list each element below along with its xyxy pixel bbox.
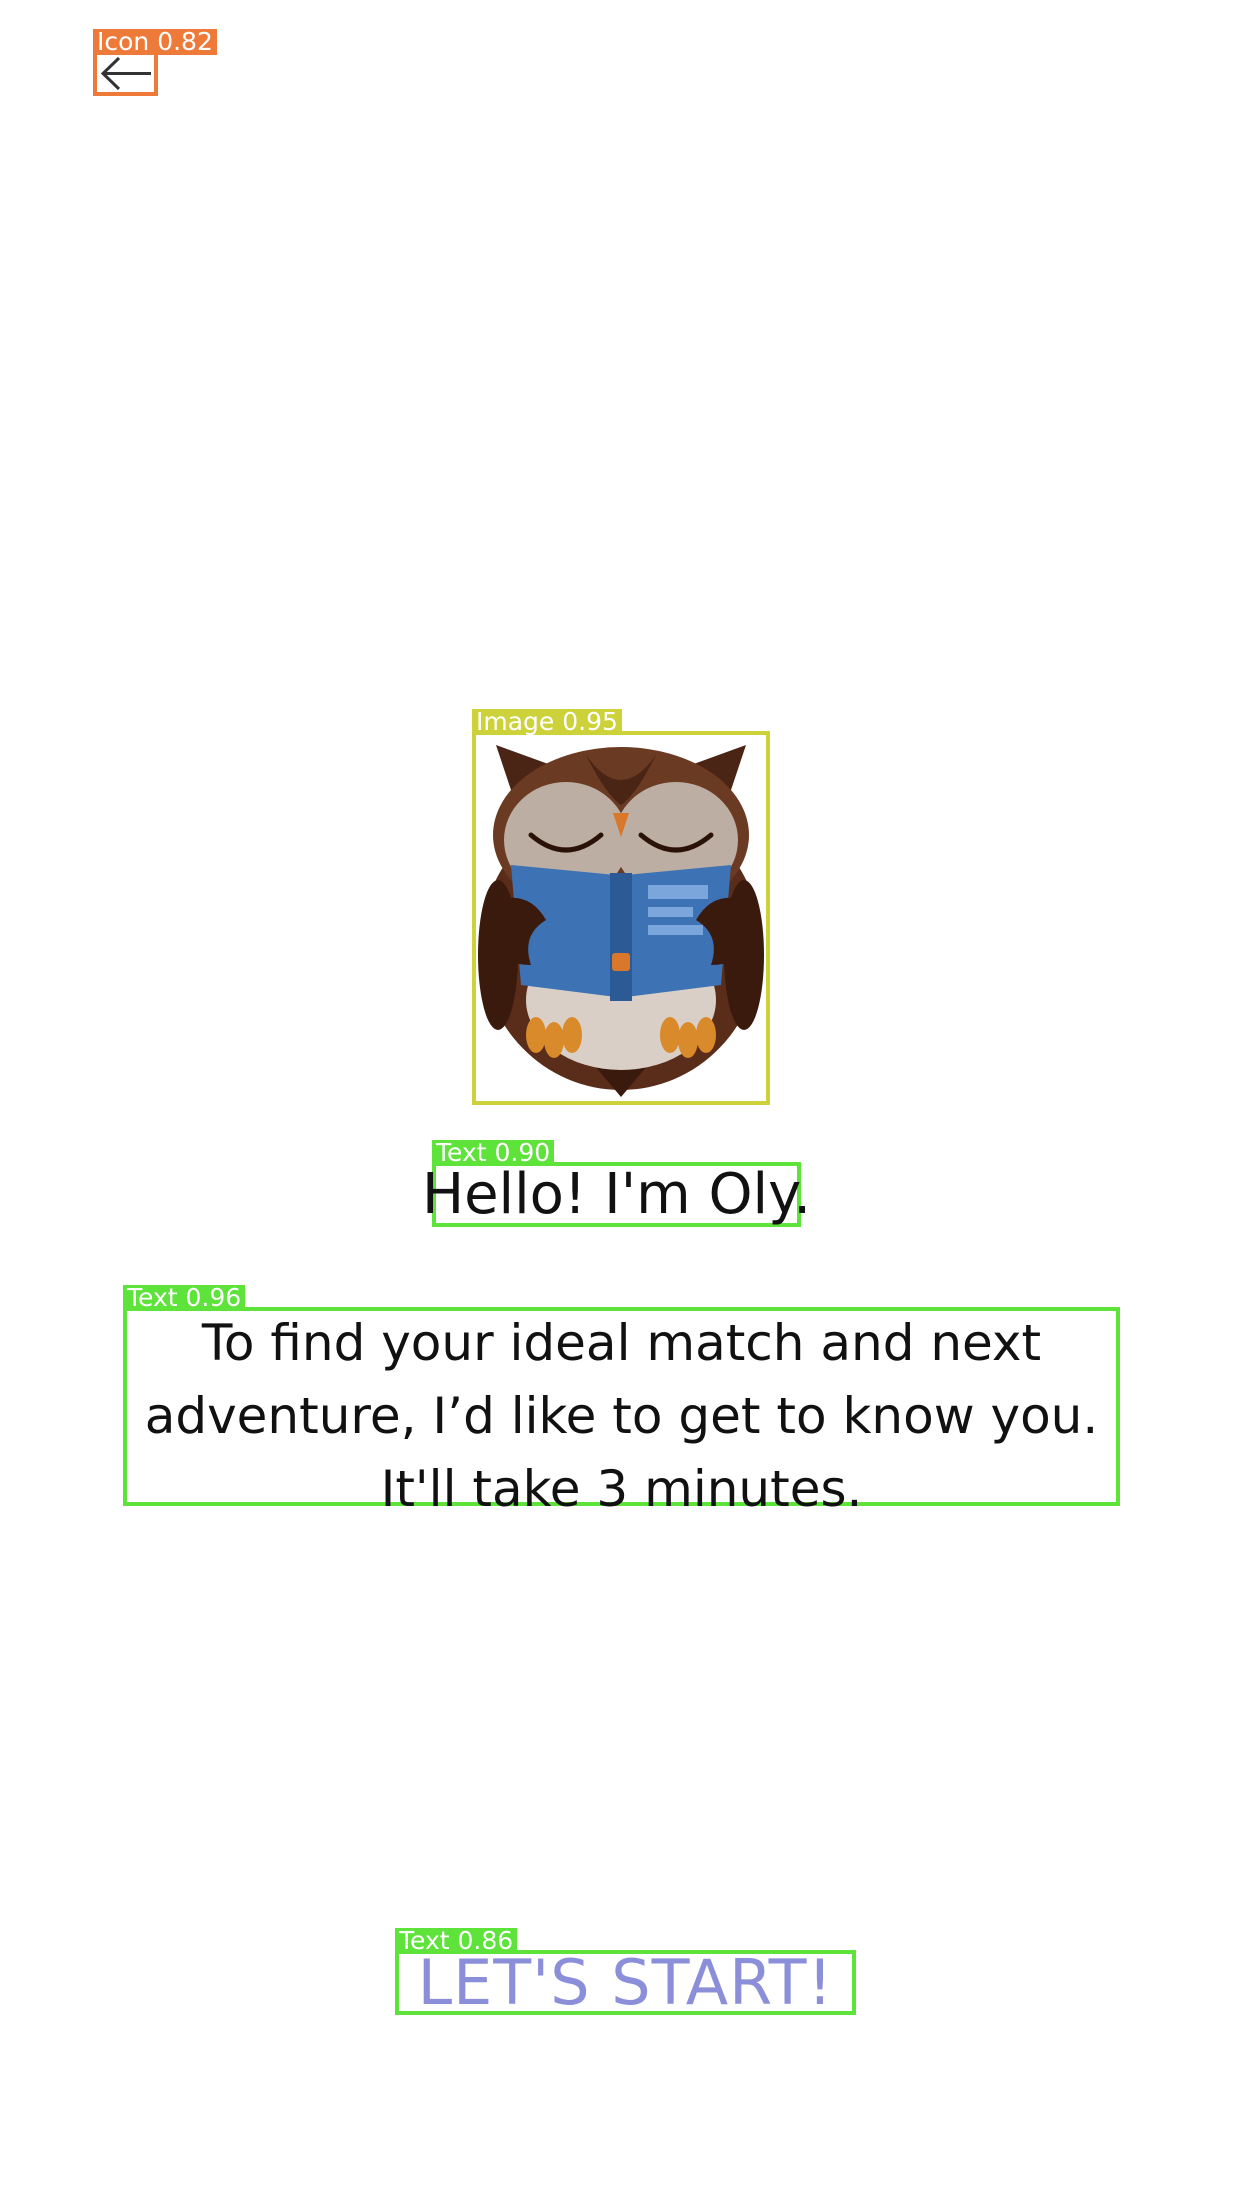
arrow-left-icon	[100, 56, 151, 91]
start-button-label: LET'S START!	[417, 1946, 834, 2019]
greeting-container: Text 0.90 Hello! I'm Oly.	[421, 1140, 812, 1227]
onboarding-screen: Icon 0.82 Image 0.95 Text 0.90 Hello! I'…	[0, 0, 1242, 2208]
intro-container: Text 0.96 To find your ideal match and n…	[123, 1285, 1120, 1518]
detection-label: Icon 0.82	[93, 29, 217, 55]
start-button[interactable]: Text 0.86 LET'S START!	[395, 1928, 856, 2019]
intro-text: To find your ideal match and next advent…	[121, 1307, 1122, 1526]
greeting-title: Hello! I'm Oly.	[421, 1162, 812, 1227]
detection-label: Image 0.95	[472, 709, 622, 735]
intro-line: adventure, I’d like to get to know you.	[144, 1387, 1099, 1445]
intro-line: To find your ideal match and next	[201, 1314, 1042, 1372]
owl-image: Image 0.95	[472, 709, 770, 1105]
back-button[interactable]: Icon 0.82	[93, 29, 217, 96]
owl-reading-book-icon	[478, 745, 764, 1097]
intro-line: It'll take 3 minutes.	[380, 1460, 863, 1518]
